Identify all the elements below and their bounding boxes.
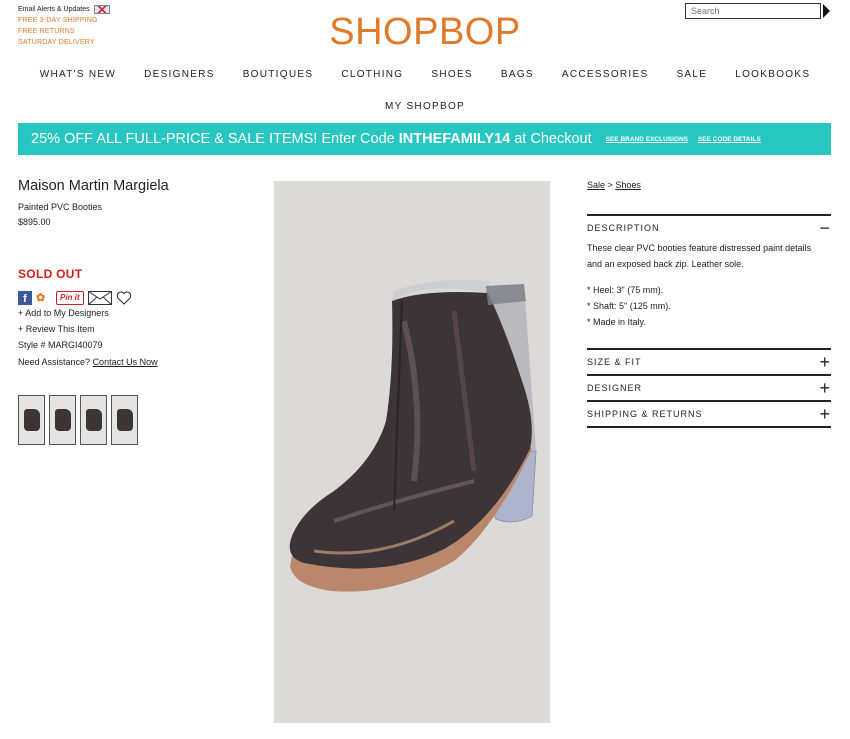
nav-my-shopbop[interactable]: MY SHOPBOP (0, 101, 850, 112)
shipping-title: SHIPPING & RETURNS (587, 409, 703, 419)
product-image[interactable] (274, 181, 550, 723)
nav-bags[interactable]: BAGS (501, 69, 534, 80)
promo-text: 25% OFF ALL FULL-PRICE & SALE ITEMS! Ent… (31, 131, 592, 147)
code-details-link[interactable]: SEE CODE DETAILS (698, 136, 761, 143)
size-fit-section[interactable]: SIZE & FIT + (587, 348, 831, 374)
style-number: Style # MARGI40079 (18, 340, 103, 350)
nav-accessories[interactable]: ACCESSORIES (562, 69, 649, 80)
product-name: Painted PVC Booties (18, 202, 103, 212)
assistance-label: Need Assistance? (18, 357, 91, 367)
share-bar: f ✿ Pin it (18, 291, 132, 305)
promo-text-before: 25% OFF ALL FULL-PRICE & SALE ITEMS! Ent… (31, 131, 399, 147)
size-fit-header[interactable]: SIZE & FIT + (587, 350, 831, 374)
shipping-header[interactable]: SHIPPING & RETURNS + (587, 402, 831, 426)
painted-boot-illustration (289, 279, 537, 592)
description-body: These clear PVC booties feature distress… (587, 240, 831, 330)
detail-shaft: * Shaft: 5" (125 mm). (587, 301, 671, 311)
description-section: DESCRIPTION − These clear PVC booties fe… (587, 214, 831, 330)
breadcrumb: Sale > Shoes (587, 180, 641, 190)
product-brand[interactable]: Maison Martin Margiela (18, 178, 169, 194)
thumbnail-3[interactable] (80, 395, 107, 445)
pinterest-icon[interactable]: Pin it (56, 291, 84, 305)
main-nav: WHAT'S NEW DESIGNERS BOUTIQUES CLOTHING … (0, 69, 850, 80)
expand-shipping-icon[interactable]: + (819, 405, 831, 423)
description-text: These clear PVC booties feature distress… (587, 243, 812, 269)
collapse-icon[interactable]: − (819, 219, 831, 237)
expand-size-fit-icon[interactable]: + (819, 353, 831, 371)
breadcrumb-sale[interactable]: Sale (587, 180, 605, 190)
designer-header[interactable]: DESIGNER + (587, 376, 831, 400)
sold-out-badge: SOLD OUT (18, 267, 83, 281)
breadcrumb-separator: > (607, 180, 613, 190)
email-share-icon[interactable] (87, 291, 112, 305)
product-price: $895.00 (18, 217, 51, 227)
facebook-icon[interactable]: f (18, 291, 32, 305)
need-assistance: Need Assistance? Contact Us Now (18, 357, 158, 367)
detail-heel: * Heel: 3" (75 mm). (587, 285, 664, 295)
promo-text-after: at Checkout (510, 131, 592, 147)
detail-origin: * Made in Italy. (587, 317, 646, 327)
thumbnail-4[interactable] (111, 395, 138, 445)
description-header[interactable]: DESCRIPTION − (587, 216, 831, 240)
size-fit-title: SIZE & FIT (587, 357, 642, 367)
thumbnail-2[interactable] (49, 395, 76, 445)
nav-shoes[interactable]: SHOES (431, 69, 473, 80)
add-to-designers[interactable]: + Add to My Designers (18, 308, 109, 318)
expand-designer-icon[interactable]: + (819, 379, 831, 397)
share-sparkle-icon[interactable]: ✿ (36, 291, 52, 305)
nav-boutiques[interactable]: BOUTIQUES (243, 69, 314, 80)
review-item[interactable]: + Review This Item (18, 324, 95, 334)
search-submit-icon[interactable] (823, 4, 830, 18)
heart-icon[interactable] (116, 291, 132, 305)
designer-section[interactable]: DESIGNER + (587, 374, 831, 400)
breadcrumb-shoes[interactable]: Shoes (615, 180, 641, 190)
nav-lookbooks[interactable]: LOOKBOOKS (735, 69, 810, 80)
nav-clothing[interactable]: CLOTHING (341, 69, 403, 80)
designer-title: DESIGNER (587, 383, 643, 393)
brand-exclusions-link[interactable]: SEE BRAND EXCLUSIONS (606, 136, 688, 143)
nav-designers[interactable]: DESIGNERS (144, 69, 215, 80)
contact-us-link[interactable]: Contact Us Now (93, 357, 158, 367)
nav-whats-new[interactable]: WHAT'S NEW (40, 69, 116, 80)
promo-code: INTHEFAMILY14 (398, 131, 511, 147)
nav-sale[interactable]: SALE (676, 69, 707, 80)
promo-banner[interactable]: 25% OFF ALL FULL-PRICE & SALE ITEMS! Ent… (18, 123, 831, 155)
description-title: DESCRIPTION (587, 223, 660, 233)
thumbnail-strip (18, 395, 138, 445)
shipping-section[interactable]: SHIPPING & RETURNS + (587, 400, 831, 428)
thumbnail-1[interactable] (18, 395, 45, 445)
search-input[interactable] (685, 3, 821, 19)
promo-links: SEE BRAND EXCLUSIONS SEE CODE DETAILS (606, 136, 771, 143)
